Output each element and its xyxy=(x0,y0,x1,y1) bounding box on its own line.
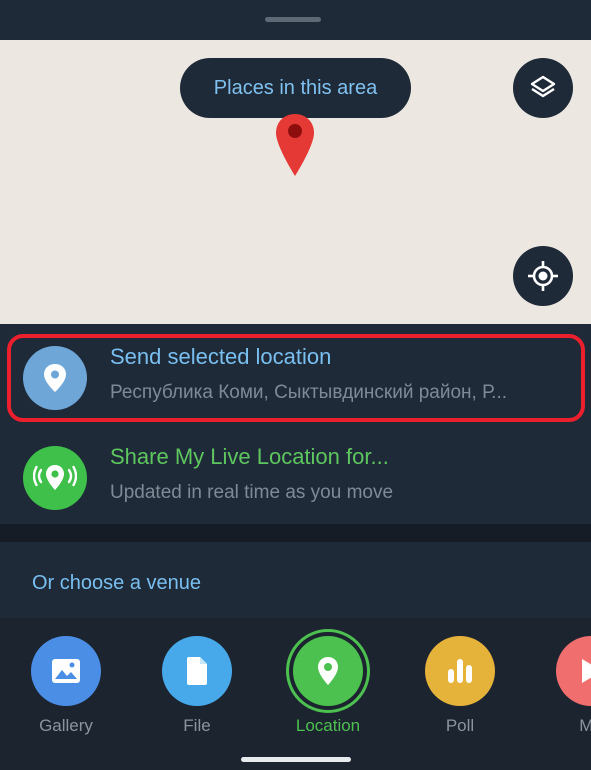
live-location-avatar xyxy=(23,446,87,510)
tab-file-label: File xyxy=(183,716,211,735)
image-icon xyxy=(52,659,80,683)
file-tab-circle xyxy=(162,636,232,706)
tab-music[interactable]: Mu xyxy=(536,636,591,746)
layers-icon xyxy=(530,75,556,98)
places-in-area-label: Places in this area xyxy=(213,76,378,99)
tab-location-label: Location xyxy=(295,716,361,735)
tab-gallery[interactable]: Gallery xyxy=(11,636,121,746)
music-tab-circle xyxy=(556,636,591,706)
send-selected-location-row[interactable]: Send selected location Республика Коми, … xyxy=(0,330,591,426)
tab-music-label: Mu xyxy=(579,716,591,735)
poll-tab-circle xyxy=(425,636,495,706)
map-view[interactable]: Places in this area xyxy=(0,40,591,324)
gallery-tab-circle xyxy=(31,636,101,706)
location-options-panel: Send selected location Республика Коми, … xyxy=(0,324,591,524)
tab-poll[interactable]: Poll xyxy=(405,636,515,746)
share-live-location-title: Share My Live Location for... xyxy=(110,444,389,469)
layers-button[interactable] xyxy=(513,58,573,118)
selection-highlight-outline xyxy=(7,334,585,422)
live-location-icon xyxy=(33,465,77,490)
location-icon xyxy=(318,657,338,685)
share-live-location-subtitle: Updated in real time as you move xyxy=(110,482,394,503)
system-home-indicator[interactable] xyxy=(241,757,351,762)
attachment-tab-bar: Gallery File Location Poll M xyxy=(0,618,591,770)
tab-gallery-label: Gallery xyxy=(39,716,93,735)
section-divider xyxy=(0,524,591,542)
places-in-area-button[interactable]: Places in this area xyxy=(180,58,411,118)
map-pin-icon[interactable] xyxy=(274,112,316,178)
share-live-location-row[interactable]: Share My Live Location for... Updated in… xyxy=(0,430,591,526)
my-location-button[interactable] xyxy=(513,246,573,306)
music-icon xyxy=(582,659,591,683)
sheet-header[interactable] xyxy=(0,0,591,40)
file-icon xyxy=(187,657,207,685)
tab-poll-label: Poll xyxy=(445,716,475,735)
venue-section: Or choose a venue xyxy=(0,542,591,620)
poll-icon xyxy=(448,659,472,683)
my-location-icon xyxy=(528,261,558,291)
tab-file[interactable]: File xyxy=(142,636,252,746)
drag-handle[interactable] xyxy=(265,17,321,22)
tab-location[interactable]: Location xyxy=(273,629,383,746)
location-tab-circle xyxy=(293,636,363,706)
venue-section-header: Or choose a venue xyxy=(32,572,201,594)
